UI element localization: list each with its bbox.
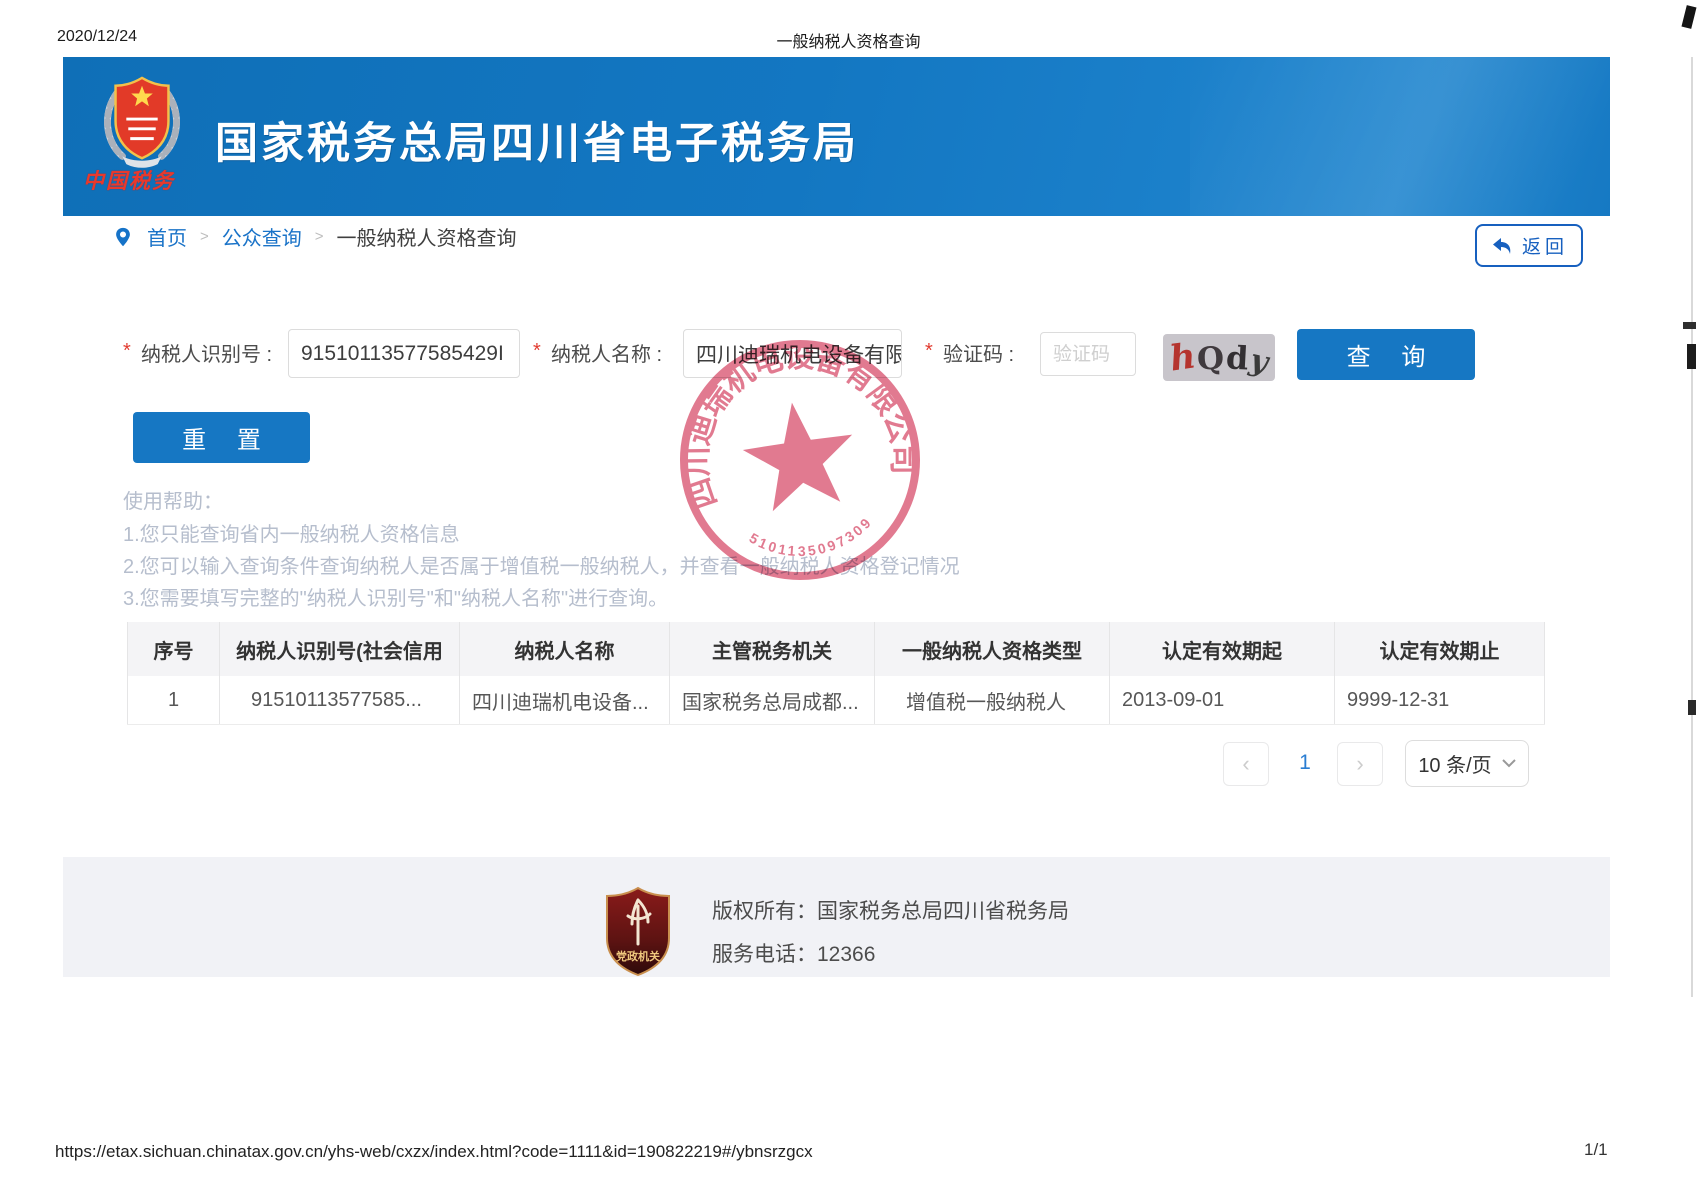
col-header-qualification-type: 一般纳税人资格类型 (875, 622, 1110, 676)
required-asterisk: * (925, 340, 933, 363)
results-table: 序号 纳税人识别号(社会信用 纳税人名称 主管税务机关 一般纳税人资格类型 认定… (127, 622, 1545, 725)
back-button[interactable]: 返回 (1475, 224, 1583, 267)
breadcrumb-home[interactable]: 首页 (147, 222, 187, 251)
captcha-input[interactable] (1040, 332, 1136, 376)
help-title: 使用帮助： (123, 485, 223, 514)
back-button-label: 返回 (1522, 232, 1568, 259)
captcha-field-wrap (1040, 332, 1136, 376)
page-size-value: 10 条/页 (1418, 749, 1491, 778)
table-row: 1 91510113577585... 四川迪瑞机电设备... 国家税务总局成都… (127, 676, 1545, 725)
pagination-current-page[interactable]: 1 (1283, 742, 1327, 784)
taxpayer-id-label: 纳税人识别号 : (141, 338, 272, 367)
col-header-taxpayer-name: 纳税人名称 (460, 622, 670, 676)
cell-taxpayer-id: 91510113577585... (220, 676, 460, 724)
return-arrow-icon (1490, 234, 1514, 258)
cell-index: 1 (127, 676, 220, 724)
page-indicator: 1/1 (1584, 1140, 1608, 1160)
col-header-taxpayer-id: 纳税人识别号(社会信用 (220, 622, 460, 676)
captcha-char: d (1226, 341, 1250, 374)
captcha-char: h (1168, 338, 1198, 376)
taxpayer-name-input[interactable] (683, 329, 902, 378)
col-header-index: 序号 (127, 622, 220, 676)
scan-artifact (1683, 322, 1696, 329)
footer-copyright: 版权所有：国家税务总局四川省税务局 (712, 895, 1069, 925)
taxpayer-name-field-wrap (683, 329, 902, 378)
breadcrumb-current: 一般纳税人资格查询 (337, 222, 517, 251)
banner-texture (1190, 57, 1610, 216)
cell-valid-to: 9999-12-31 (1335, 676, 1545, 724)
print-page-title: 一般纳税人资格查询 (776, 28, 920, 52)
scan-artifact (1681, 5, 1696, 29)
government-badge-icon: 党政机关 (604, 886, 672, 976)
cell-tax-authority: 国家税务总局成都... (670, 676, 875, 724)
captcha-label: 验证码 : (943, 338, 1014, 367)
taxpayer-id-input[interactable] (288, 329, 520, 378)
tax-emblem-icon (93, 72, 191, 170)
cell-valid-from: 2013-09-01 (1110, 676, 1335, 724)
page: 2020/12/24 一般纳税人资格查询 中国税务 国家税务总局四川省电子税务局… (0, 0, 1697, 1200)
col-header-valid-to: 认定有效期止 (1335, 622, 1545, 676)
help-item: 2.您可以输入查询条件查询纳税人是否属于增值税一般纳税人，并查看一般纳税人资格登… (123, 550, 960, 579)
help-item: 3.您需要填写完整的"纳税人识别号"和"纳税人名称"进行查询。 (123, 582, 668, 611)
pagination-next-button[interactable]: › (1337, 742, 1383, 786)
required-asterisk: * (533, 340, 541, 363)
captcha-char: Q (1197, 344, 1225, 376)
scan-artifact (1688, 700, 1696, 715)
breadcrumb-public-query[interactable]: 公众查询 (222, 222, 302, 251)
required-asterisk: * (123, 340, 131, 363)
col-header-valid-from: 认定有效期起 (1110, 622, 1335, 676)
location-pin-icon (112, 225, 134, 249)
breadcrumb-separator: > (200, 228, 209, 245)
cell-taxpayer-name: 四川迪瑞机电设备... (460, 676, 670, 724)
scan-artifact (1687, 344, 1696, 369)
col-header-tax-authority: 主管税务机关 (670, 622, 875, 676)
taxpayer-id-field-wrap (288, 329, 520, 378)
table-header-row: 序号 纳税人识别号(社会信用 纳税人名称 主管税务机关 一般纳税人资格类型 认定… (127, 622, 1545, 676)
page-url: https://etax.sichuan.chinatax.gov.cn/yhs… (55, 1142, 813, 1162)
scan-artifact (1691, 57, 1693, 997)
site-footer: 党政机关 版权所有：国家税务总局四川省税务局 服务电话：12366 (63, 857, 1610, 977)
captcha-image[interactable]: h Q d y (1163, 334, 1275, 381)
reset-button[interactable]: 重 置 (133, 412, 310, 463)
page-size-select[interactable]: 10 条/页 (1405, 740, 1529, 787)
print-date: 2020/12/24 (57, 28, 137, 46)
footer-phone: 服务电话：12366 (712, 938, 875, 968)
chevron-down-icon (1502, 759, 1516, 768)
taxpayer-name-label: 纳税人名称 : (551, 338, 662, 367)
pagination-prev-button[interactable]: ‹ (1223, 742, 1269, 786)
site-title: 国家税务总局四川省电子税务局 (215, 109, 859, 171)
query-button[interactable]: 查 询 (1297, 329, 1475, 380)
breadcrumb-separator: > (315, 228, 324, 245)
logo-caption: 中国税务 (83, 165, 213, 195)
badge-label: 党政机关 (616, 949, 660, 963)
captcha-char: y (1247, 345, 1270, 378)
cell-qualification-type: 增值税一般纳税人 (875, 676, 1110, 724)
breadcrumb: 首页 > 公众查询 > 一般纳税人资格查询 (112, 222, 517, 251)
help-item: 1.您只能查询省内一般纳税人资格信息 (123, 518, 460, 547)
site-banner: 中国税务 国家税务总局四川省电子税务局 (63, 57, 1610, 216)
